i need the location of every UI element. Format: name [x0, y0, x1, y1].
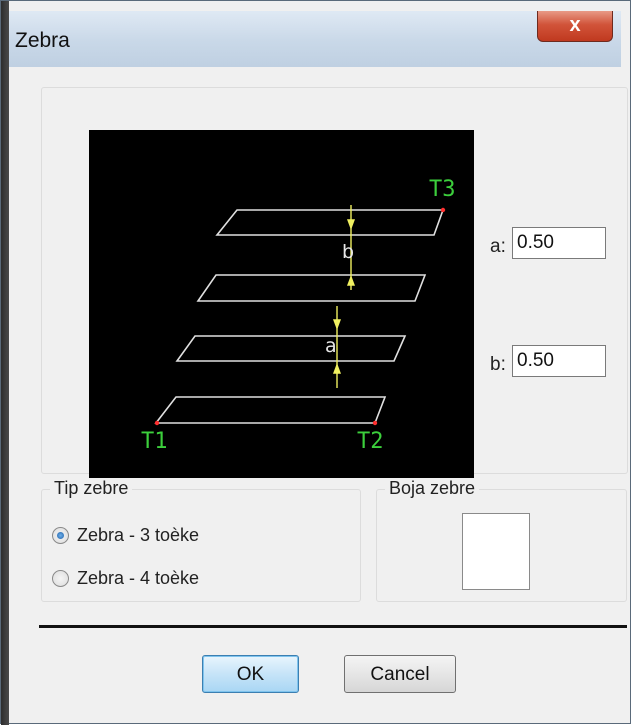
- zebra-dialog: Zebra x T1 T2 T3 b a a: 0.50 b: 0.50 Tip…: [0, 0, 631, 725]
- boja-zebre-title: Boja zebre: [385, 478, 480, 499]
- radio-label-4-points: Zebra - 4 toèke: [77, 567, 200, 588]
- radio-option-4-points[interactable]: Zebra - 4 toèke: [52, 566, 199, 590]
- zebra-stripe-4: [154, 396, 387, 424]
- dialog-client-area: T1 T2 T3 b a a: b: Tip zebre Zebra - 3 t…: [9, 67, 628, 723]
- arrow-a-bottom: [332, 363, 342, 374]
- arrow-b-top: [346, 219, 356, 230]
- param-a-input[interactable]: [512, 227, 606, 259]
- label-t3: T3: [429, 177, 456, 202]
- preview-panel: T1 T2 T3 b a a: b:: [41, 87, 628, 478]
- label-t1: T1: [141, 429, 168, 454]
- label-t2: T2: [357, 429, 384, 454]
- zebra-preview-diagram: T1 T2 T3 b a: [89, 130, 474, 478]
- window-title: Zebra: [15, 29, 70, 52]
- close-button[interactable]: x: [537, 11, 613, 42]
- radio-button-checked[interactable]: [52, 526, 69, 544]
- tip-zebre-title: Tip zebre: [50, 478, 133, 499]
- label-b: b: [342, 241, 354, 263]
- tip-zebre-group: Tip zebre Zebra - 3 toèke Zebra - 4 toèk…: [41, 478, 361, 602]
- param-b-input[interactable]: [512, 345, 606, 377]
- zebra-stripe-1: [215, 209, 445, 236]
- param-a-label: a:: [490, 236, 506, 257]
- zebra-stripe-2: [196, 274, 427, 302]
- arrow-a-top: [332, 319, 342, 330]
- param-b-label: b:: [490, 354, 506, 375]
- zebra-stripe-3: [175, 335, 407, 362]
- point-marker-t3: [440, 207, 446, 213]
- radio-button-unchecked[interactable]: [52, 569, 69, 587]
- boja-zebre-group: Boja zebre: [376, 478, 627, 602]
- window-frame-edge: [1, 1, 9, 725]
- radio-option-3-points[interactable]: Zebra - 3 toèke: [52, 523, 199, 547]
- close-icon: x: [569, 14, 581, 36]
- ok-button[interactable]: OK: [202, 655, 299, 693]
- radio-label-3-points: Zebra - 3 toèke: [77, 524, 200, 545]
- point-marker-t1: [154, 420, 160, 426]
- zebra-color-swatch[interactable]: [462, 513, 530, 590]
- point-marker-t2: [372, 420, 378, 426]
- title-bar[interactable]: Zebra x: [9, 11, 621, 68]
- arrow-b-bottom: [346, 275, 356, 286]
- cancel-button[interactable]: Cancel: [344, 655, 456, 693]
- separator-line: [39, 625, 627, 628]
- label-a: a: [325, 335, 337, 357]
